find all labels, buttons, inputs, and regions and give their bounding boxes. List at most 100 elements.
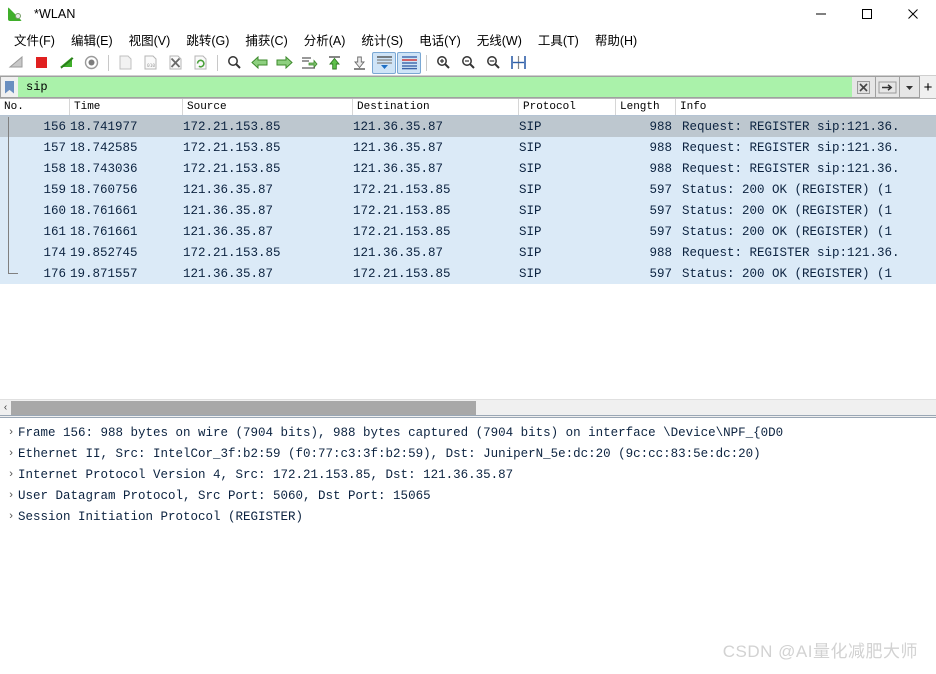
start-capture-icon[interactable]: [4, 52, 28, 74]
go-to-first-icon[interactable]: [322, 52, 346, 74]
cell-no: 160: [43, 203, 66, 218]
scrollbar-thumb[interactable]: [11, 400, 476, 415]
menu-statistics[interactable]: 统计(S): [353, 28, 411, 51]
cell-destination: 172.21.153.85: [353, 224, 451, 239]
expand-twisty-icon[interactable]: ›: [4, 511, 18, 523]
cell-time: 18.741977: [70, 119, 138, 134]
menu-tools[interactable]: 工具(T): [530, 28, 587, 51]
colorize-packets-icon[interactable]: [397, 51, 421, 74]
cell-time: 19.871557: [70, 266, 138, 281]
cell-no: 156: [43, 119, 66, 134]
menu-view[interactable]: 视图(V): [121, 28, 179, 51]
cell-length: 988: [649, 119, 672, 134]
close-file-icon[interactable]: [163, 52, 187, 74]
menu-file[interactable]: 文件(F): [6, 28, 63, 51]
menu-edit[interactable]: 编辑(E): [63, 28, 121, 51]
column-destination[interactable]: Destination: [353, 99, 519, 115]
cell-info: Request: REGISTER sip:121.36.: [682, 119, 900, 134]
close-icon[interactable]: [890, 0, 936, 28]
menu-capture[interactable]: 捕获(C): [237, 28, 295, 51]
column-source[interactable]: Source: [183, 99, 353, 115]
apply-filter-button[interactable]: [876, 76, 900, 98]
main-toolbar: 010: [0, 50, 936, 76]
expand-twisty-icon[interactable]: ›: [4, 469, 18, 481]
cell-protocol: SIP: [519, 224, 542, 239]
auto-scroll-icon[interactable]: [372, 51, 396, 74]
table-row[interactable]: 156 18.741977 172.21.153.85 121.36.35.87 SIP…: [0, 116, 936, 137]
table-row[interactable]: 159 18.760756 121.36.35.87 172.21.153.85 SIP…: [0, 179, 936, 200]
restart-capture-icon[interactable]: [54, 52, 78, 74]
add-filter-button[interactable]: +: [920, 76, 936, 98]
expand-twisty-icon[interactable]: ›: [4, 490, 18, 502]
svg-text:010: 010: [147, 63, 155, 69]
cell-info: Status: 200 OK (REGISTER) (1: [682, 182, 893, 197]
go-back-icon[interactable]: [247, 52, 271, 74]
cell-time: 18.761661: [70, 224, 138, 239]
minimize-icon[interactable]: [798, 0, 844, 28]
scroll-left-icon[interactable]: ‹: [0, 400, 11, 416]
go-forward-icon[interactable]: [272, 52, 296, 74]
cell-length: 988: [649, 140, 672, 155]
detail-udp-text: User Datagram Protocol, Src Port: 5060, …: [18, 488, 431, 503]
cell-destination: 121.36.35.87: [353, 119, 444, 134]
detail-ethernet[interactable]: › Ethernet II, Src: IntelCor_3f:b2:59 (f0…: [0, 443, 936, 464]
cell-length: 597: [649, 182, 672, 197]
menu-telephony[interactable]: 电话(Y): [411, 28, 469, 51]
cell-time: 19.852745: [70, 245, 138, 260]
column-no[interactable]: No.: [0, 99, 70, 115]
packet-list-hscrollbar[interactable]: ‹: [0, 399, 936, 415]
cell-no: 157: [43, 140, 66, 155]
cell-info: Request: REGISTER sip:121.36.: [682, 245, 900, 260]
menu-wireless[interactable]: 无线(W): [469, 28, 530, 51]
packet-details-pane[interactable]: › Frame 156: 988 bytes on wire (7904 bits…: [0, 418, 936, 674]
go-to-packet-icon[interactable]: [297, 52, 321, 74]
column-info[interactable]: Info: [676, 99, 936, 115]
table-row[interactable]: 174 19.852745 172.21.153.85 121.36.35.87 SIP…: [0, 242, 936, 263]
filter-dropdown-button[interactable]: [900, 76, 920, 98]
menu-help[interactable]: 帮助(H): [587, 28, 645, 51]
filter-bookmark-icon[interactable]: [0, 76, 18, 98]
column-protocol[interactable]: Protocol: [519, 99, 616, 115]
table-row[interactable]: 176 19.871557 121.36.35.87 172.21.153.85 SIP…: [0, 263, 936, 284]
reload-file-icon[interactable]: [188, 52, 212, 74]
packet-list-pane[interactable]: No. Time Source Destination Protocol Len…: [0, 99, 936, 399]
detail-ip[interactable]: › Internet Protocol Version 4, Src: 172.2…: [0, 464, 936, 485]
cell-protocol: SIP: [519, 245, 542, 260]
cell-length: 597: [649, 203, 672, 218]
expand-twisty-icon[interactable]: ›: [4, 427, 18, 439]
menu-analyze[interactable]: 分析(A): [296, 28, 354, 51]
detail-udp[interactable]: › User Datagram Protocol, Src Port: 5060,…: [0, 485, 936, 506]
cell-destination: 172.21.153.85: [353, 266, 451, 281]
cell-length: 597: [649, 266, 672, 281]
scrollbar-track[interactable]: [11, 400, 936, 416]
open-file-icon[interactable]: [113, 52, 137, 74]
cell-protocol: SIP: [519, 161, 542, 176]
table-row[interactable]: 158 18.743036 172.21.153.85 121.36.35.87 SIP…: [0, 158, 936, 179]
table-row[interactable]: 157 18.742585 172.21.153.85 121.36.35.87 SIP…: [0, 137, 936, 158]
cell-protocol: SIP: [519, 203, 542, 218]
cell-info: Status: 200 OK (REGISTER) (1: [682, 266, 893, 281]
table-row[interactable]: 161 18.761661 121.36.35.87 172.21.153.85 SIP…: [0, 221, 936, 242]
go-to-last-icon[interactable]: [347, 52, 371, 74]
zoom-out-icon[interactable]: [456, 52, 480, 74]
menu-go[interactable]: 跳转(G): [178, 28, 237, 51]
clear-filter-button[interactable]: [852, 76, 876, 98]
maximize-icon[interactable]: [844, 0, 890, 28]
zoom-reset-icon[interactable]: [481, 52, 505, 74]
capture-options-icon[interactable]: [79, 52, 103, 74]
detail-sip[interactable]: › Session Initiation Protocol (REGISTER): [0, 506, 936, 527]
resize-columns-icon[interactable]: [506, 52, 530, 74]
window-controls: [798, 0, 936, 28]
display-filter-input[interactable]: sip: [18, 76, 852, 98]
stop-capture-icon[interactable]: [29, 52, 53, 74]
detail-frame[interactable]: › Frame 156: 988 bytes on wire (7904 bits…: [0, 422, 936, 443]
zoom-in-icon[interactable]: [431, 52, 455, 74]
save-file-icon[interactable]: 010: [138, 52, 162, 74]
expand-twisty-icon[interactable]: ›: [4, 448, 18, 460]
find-packet-icon[interactable]: [222, 52, 246, 74]
table-row[interactable]: 160 18.761661 121.36.35.87 172.21.153.85 SIP…: [0, 200, 936, 221]
column-time[interactable]: Time: [70, 99, 183, 115]
column-length[interactable]: Length: [616, 99, 676, 115]
cell-destination: 172.21.153.85: [353, 203, 451, 218]
cell-no: 161: [43, 224, 66, 239]
